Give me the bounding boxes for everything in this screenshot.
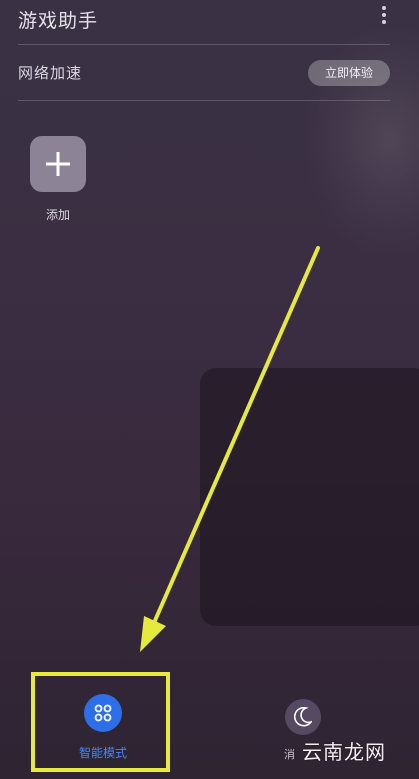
smart-mode-icon[interactable]	[84, 694, 122, 732]
smart-mode-tab-label[interactable]: 智能模式	[60, 744, 146, 761]
do-not-disturb-tab-label[interactable]: 消	[284, 746, 295, 762]
watermark-text: 云南龙网	[302, 740, 386, 764]
game-assistant-screen: 游戏助手 网络加速 立即体验 添加 智能模式 消 云南龙网	[0, 0, 419, 779]
moon-icon[interactable]	[285, 699, 321, 735]
crescent-icon	[294, 707, 312, 727]
annotation-arrow	[140, 246, 320, 652]
grid-icon	[94, 704, 112, 722]
